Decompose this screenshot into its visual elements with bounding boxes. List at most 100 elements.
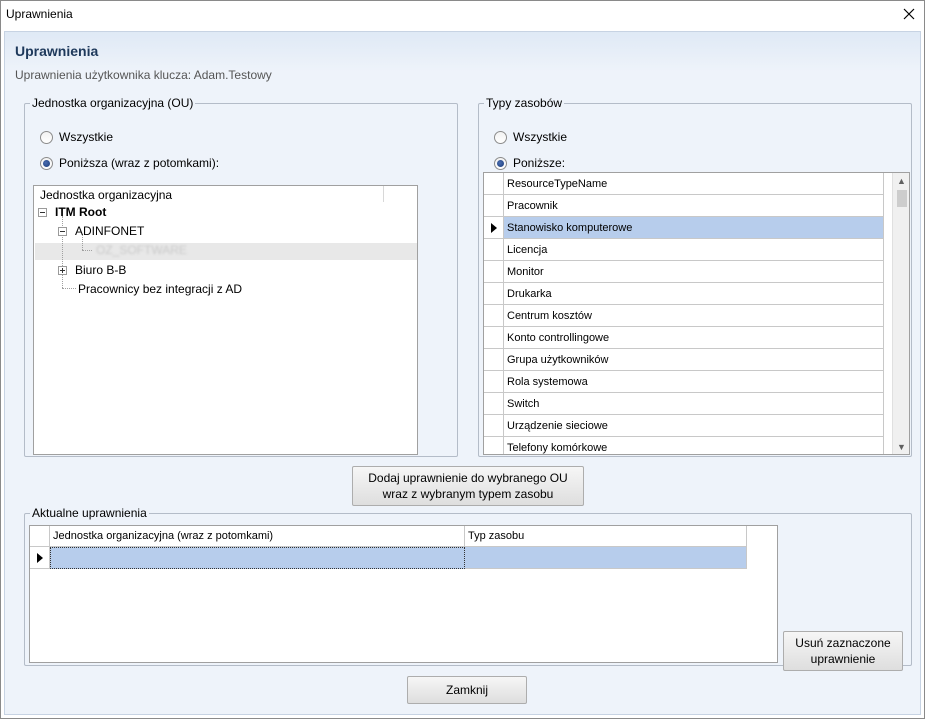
row-header-corner <box>484 173 504 195</box>
row-indicator <box>484 217 504 239</box>
tree-header-separator <box>383 186 384 202</box>
tree-expander-icon[interactable] <box>58 265 67 275</box>
resource-types-legend: Typy zasobów <box>486 96 563 110</box>
triangle-right-icon <box>36 552 43 563</box>
row-indicator <box>484 195 504 217</box>
current-permissions-legend: Aktualne uprawnienia <box>32 506 147 520</box>
ou-group: Jednostka organizacyjna (OU) Wszystkie P… <box>24 96 458 457</box>
table-row[interactable] <box>30 547 747 569</box>
table-row[interactable]: Licencja <box>484 239 884 261</box>
ou-radio-all[interactable]: Wszystkie <box>40 130 113 144</box>
close-button[interactable]: Zamknij <box>407 676 527 704</box>
triangle-right-icon <box>490 222 497 233</box>
res-radio-all-label: Wszystkie <box>513 130 567 144</box>
tree-node-biuro[interactable]: Biuro B-B <box>58 263 126 277</box>
row-indicator <box>484 371 504 393</box>
current-permissions-group: Aktualne uprawnienia Jednostka organizac… <box>24 506 912 671</box>
tree-connector <box>62 288 76 289</box>
current-resource-type-cell[interactable] <box>465 547 747 569</box>
close-button-label: Zamknij <box>445 683 488 697</box>
remove-permission-button[interactable]: Usuń zaznaczone uprawnienie <box>783 631 903 671</box>
table-row[interactable]: Rola systemowa <box>484 371 884 393</box>
tree-node-adinfonet[interactable]: ADINFONET <box>58 224 144 238</box>
tree-expander-icon[interactable] <box>58 226 67 236</box>
tree-node-label: OZ_SOFTWARE <box>96 243 187 257</box>
radio-button-icon <box>40 130 53 144</box>
table-row[interactable]: Centrum kosztów <box>484 305 884 327</box>
tree-node-root[interactable]: ITM Root <box>38 205 106 219</box>
grid-header-row: Jednostka organizacyjna (wraz z potomkam… <box>30 526 747 547</box>
tree-node-label: ITM Root <box>55 205 107 219</box>
close-icon <box>903 8 915 20</box>
table-row[interactable]: Drukarka <box>484 283 884 305</box>
table-row[interactable]: Switch <box>484 393 884 415</box>
resource-type-cell[interactable]: Licencja <box>504 239 884 261</box>
resource-type-cell[interactable]: Telefony komórkowe <box>504 437 884 454</box>
row-indicator <box>484 261 504 283</box>
scroll-up-icon[interactable]: ▲ <box>897 176 906 186</box>
table-row[interactable]: Stanowisko komputerowe <box>484 217 884 239</box>
resource-type-cell[interactable]: Pracownik <box>504 195 884 217</box>
table-row[interactable]: Konto controllingowe <box>484 327 884 349</box>
column-header-resource-type[interactable]: Typ zasobu <box>465 526 747 547</box>
tree-column-header: Jednostka organizacyjna <box>40 188 173 202</box>
tree-node-label: Pracownicy bez integracji z AD <box>78 282 243 296</box>
close-window-button[interactable] <box>898 3 920 25</box>
column-header-ou[interactable]: Jednostka organizacyjna (wraz z potomkam… <box>50 526 465 547</box>
scroll-down-icon[interactable]: ▼ <box>897 442 906 452</box>
add-permission-line1: Dodaj uprawnienie do wybranego OU <box>368 471 568 485</box>
tree-selected-row <box>35 243 417 260</box>
row-indicator <box>484 305 504 327</box>
res-radio-all[interactable]: Wszystkie <box>494 130 567 144</box>
resource-type-cell[interactable]: Konto controllingowe <box>504 327 884 349</box>
page-subtitle: Uprawnienia użytkownika klucza: Adam.Tes… <box>15 68 272 82</box>
resource-type-cell[interactable]: Rola systemowa <box>504 371 884 393</box>
res-radio-below-label: Poniższe: <box>513 156 566 170</box>
ou-radio-all-label: Wszystkie <box>59 130 113 144</box>
row-header-corner <box>30 526 50 547</box>
radio-button-checked-icon <box>40 156 53 170</box>
resource-types-group: Typy zasobów Wszystkie Poniższe: Resourc… <box>478 96 912 457</box>
tree-node-oz-software[interactable]: OZ_SOFTWARE <box>96 243 187 257</box>
tree-node-label: Biuro B-B <box>75 263 127 277</box>
title-bar: Uprawnienia <box>1 1 924 28</box>
add-permission-line2: wraz z wybranym typem zasobu <box>382 487 554 501</box>
current-permissions-grid[interactable]: Jednostka organizacyjna (wraz z potomkam… <box>29 525 778 663</box>
ou-radio-below-label: Poniższa (wraz z potomkami): <box>59 156 220 170</box>
table-row[interactable]: Pracownik <box>484 195 884 217</box>
res-radio-below[interactable]: Poniższe: <box>494 156 565 170</box>
remove-permission-line1: Usuń zaznaczone <box>795 636 891 650</box>
row-indicator <box>30 547 50 569</box>
resource-type-cell[interactable]: Monitor <box>504 261 884 283</box>
table-row[interactable]: Telefony komórkowe <box>484 437 884 454</box>
resource-type-cell[interactable]: Drukarka <box>504 283 884 305</box>
resource-type-cell[interactable]: Grupa użytkowników <box>504 349 884 371</box>
ou-tree[interactable]: Jednostka organizacyjna ITM Root ADINFON… <box>33 185 418 455</box>
row-indicator <box>484 415 504 437</box>
row-indicator <box>484 239 504 261</box>
tree-node-label: ADINFONET <box>75 224 145 238</box>
table-row[interactable]: Grupa użytkowników <box>484 349 884 371</box>
column-header-resource-type[interactable]: ResourceTypeName <box>504 173 884 195</box>
row-indicator <box>484 349 504 371</box>
radio-button-checked-icon <box>494 156 507 170</box>
radio-button-icon <box>494 130 507 144</box>
row-indicator <box>484 393 504 415</box>
ou-radio-below[interactable]: Poniższa (wraz z potomkami): <box>40 156 219 170</box>
scroll-thumb[interactable] <box>897 190 907 207</box>
row-indicator <box>484 283 504 305</box>
tree-node-pracownicy[interactable]: Pracownicy bez integracji z AD <box>78 282 242 296</box>
resource-type-cell[interactable]: Centrum kosztów <box>504 305 884 327</box>
resource-type-grid[interactable]: ResourceTypeName Pracownik Stanowisko kom… <box>483 172 910 455</box>
vertical-scrollbar[interactable]: ▲ ▼ <box>892 173 909 454</box>
table-row[interactable]: Monitor <box>484 261 884 283</box>
add-permission-button[interactable]: Dodaj uprawnienie do wybranego OU wraz z… <box>352 466 584 506</box>
tree-connector <box>82 250 92 251</box>
resource-type-cell[interactable]: Stanowisko komputerowe <box>504 217 884 239</box>
row-indicator <box>484 437 504 454</box>
current-ou-cell[interactable] <box>50 547 465 569</box>
tree-expander-icon[interactable] <box>38 207 47 217</box>
resource-type-cell[interactable]: Urządzenie sieciowe <box>504 415 884 437</box>
resource-type-cell[interactable]: Switch <box>504 393 884 415</box>
table-row[interactable]: Urządzenie sieciowe <box>484 415 884 437</box>
